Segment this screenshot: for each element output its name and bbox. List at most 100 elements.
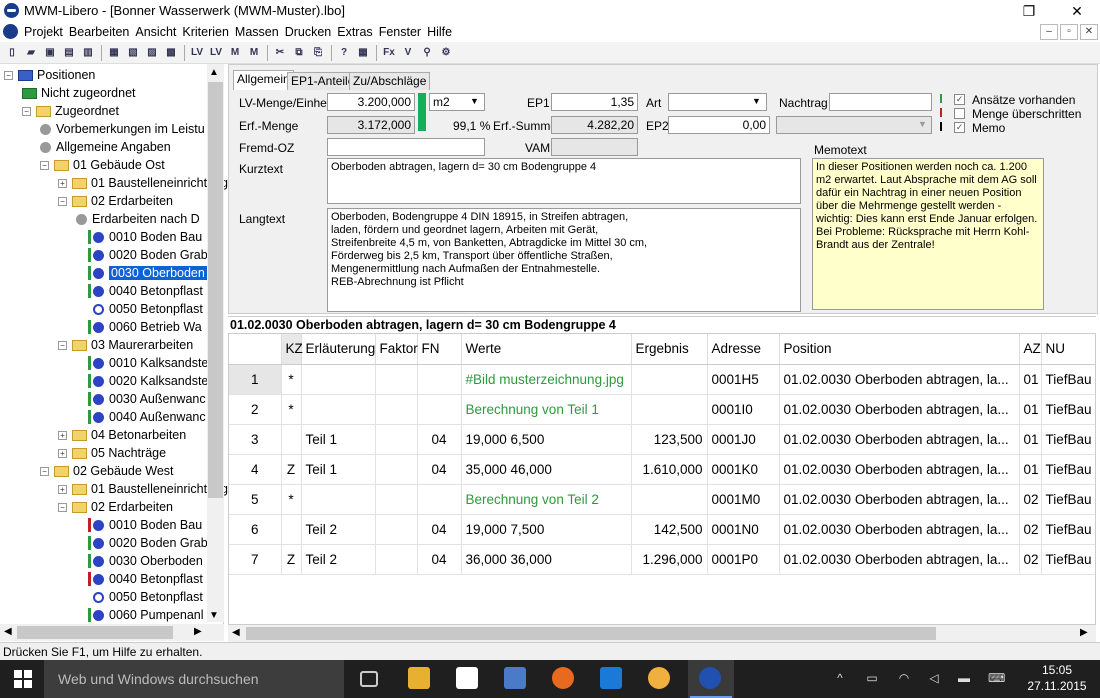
grid-cell-kz[interactable]: * [281,364,302,395]
tree-node[interactable]: 0030 Oberboden [88,552,203,570]
task-view-icon[interactable] [360,671,378,687]
grid-cell-erl[interactable]: Teil 2 [301,514,376,545]
toolbar-button-5-icon[interactable]: ▦ [106,45,122,61]
grid-row[interactable]: 4 Z Teil 1 04 35,000 46,000 1.610,000 0001K0 01… [229,454,1095,485]
grid-cell-az[interactable]: 02 [1019,484,1042,515]
grid-cell-nu[interactable]: TiefBau [1041,454,1095,485]
ansaetze-checkbox[interactable]: ✓ [954,94,965,105]
expand-toggle-icon[interactable]: − [58,340,67,350]
grid-header-nu[interactable]: NU [1041,334,1095,365]
expand-toggle-icon[interactable]: − [22,106,31,116]
grid-cell-fn[interactable]: 04 [417,514,462,545]
langtext-textarea[interactable]: Oberboden, Bodengruppe 4 DIN 18915, in S… [327,208,801,312]
grid-header-kz[interactable]: KZ [281,334,303,365]
grid-cell-n[interactable]: 4 [229,454,282,485]
grid-cell-fn[interactable]: 04 [417,544,462,575]
toolbar-button-4-icon[interactable]: ▥ [80,45,96,61]
tree-node[interactable]: − 02 Gebäude West [40,462,174,480]
grid-cell-adr[interactable]: 0001P0 [707,544,780,575]
tree-node[interactable]: +01 Baustelleneinrichtung [58,480,228,498]
expand-toggle-icon[interactable]: + [58,484,67,494]
fremd-oz-field[interactable] [327,138,485,156]
menu-projekt[interactable]: Projekt [24,25,63,39]
toolbar-button-16-icon[interactable]: ? [336,45,352,61]
grid-cell-pos[interactable]: 01.02.0030 Oberboden abtragen, la... [779,424,1020,455]
tree-node[interactable]: 0030 Außenwanc [88,390,206,408]
grid-cell-az[interactable]: 01 [1019,424,1042,455]
grid-cell-pos[interactable]: 01.02.0030 Oberboden abtragen, la... [779,364,1020,395]
grid-horizontal-thumb[interactable] [246,627,936,640]
grid-header-fn[interactable]: FN [417,334,462,365]
grid-header-adresse[interactable]: Adresse [707,334,780,365]
grid-cell-n[interactable]: 1 [229,364,282,395]
toolbar-button-17-icon[interactable]: ▦ [355,45,371,61]
menu-drucken[interactable]: Drucken [285,25,332,39]
toolbar-button-19-icon[interactable]: V [400,45,416,61]
tree-node[interactable]: − 02 Erdarbeiten [58,498,173,516]
grid-cell-erl[interactable]: Teil 2 [301,544,376,575]
grid-cell-adr[interactable]: 0001N0 [707,514,780,545]
tree-node[interactable]: Erdarbeiten nach D [76,210,200,228]
grid-cell-pos[interactable]: 01.02.0030 Oberboden abtragen, la... [779,394,1020,425]
kurztext-textarea[interactable]: Oberboden abtragen, lagern d= 30 cm Bode… [327,158,801,204]
toolbar-button-15-icon[interactable]: ⎘ [310,45,326,61]
grid-cell-pos[interactable]: 01.02.0030 Oberboden abtragen, la... [779,454,1020,485]
grid-cell-kz[interactable] [281,514,302,545]
grid-cell-erg[interactable]: 1.296,000 [631,544,708,575]
grid-row[interactable]: 3 Teil 1 04 19,000 6,500 123,500 0001J0 01.02.… [229,424,1095,455]
document-icon[interactable] [3,24,18,39]
tray-chevron-icon[interactable]: ^ [832,671,848,685]
tree-node[interactable]: 0040 Betonpflast [88,282,203,300]
grid-cell-erg[interactable]: 1.610,000 [631,454,708,485]
grid-cell-fak[interactable] [375,544,418,575]
grid-cell-kz[interactable]: Z [281,454,302,485]
menu-massen[interactable]: Massen [235,25,279,39]
app-icon[interactable] [4,3,19,18]
expand-toggle-icon[interactable]: − [40,466,49,476]
menge-ueberschritten-checkbox[interactable] [954,108,965,119]
grid-cell-fak[interactable] [375,514,418,545]
app-yellow-icon[interactable] [648,667,670,689]
grid-cell-werte[interactable]: 35,000 46,000 [461,454,632,485]
notifications-icon[interactable]: ▬ [956,671,972,685]
grid-cell-adr[interactable]: 0001M0 [707,484,780,515]
toolbar-button-1-icon[interactable]: ▰ [23,45,39,61]
grid-cell-erl[interactable]: Teil 1 [301,454,376,485]
menu-bearbeiten[interactable]: Bearbeiten [69,25,129,39]
tab-zu-abschlaege[interactable]: Zu/Abschläge [349,72,431,90]
grid-header-az[interactable]: AZ [1019,334,1042,365]
expand-toggle-icon[interactable]: − [40,160,49,170]
menu-extras[interactable]: Extras [337,25,372,39]
toolbar-button-2-icon[interactable]: ▣ [42,45,58,61]
volume-icon[interactable]: ◁ [926,671,942,685]
grid-cell-nu[interactable]: TiefBau [1041,424,1095,455]
tree-node[interactable]: − 02 Erdarbeiten [58,192,173,210]
tree-node[interactable]: − Positionen [4,66,95,84]
grid-cell-fak[interactable] [375,454,418,485]
tree-node[interactable]: 0040 Betonpflast [88,570,203,588]
menu-hilfe[interactable]: Hilfe [427,25,452,39]
grid-cell-pos[interactable]: 01.02.0030 Oberboden abtragen, la... [779,544,1020,575]
scroll-down-icon[interactable]: ▼ [209,610,219,621]
grid-cell-pos[interactable]: 01.02.0030 Oberboden abtragen, la... [779,484,1020,515]
tree-node[interactable]: 0050 Betonpflast [88,588,203,606]
grid-row[interactable]: 1 * #Bild musterzeichnung.jpg 0001H5 01.02.0… [229,364,1095,395]
grid-cell-erl[interactable]: Teil 1 [301,424,376,455]
grid-scroll-right-icon[interactable]: ▶ [1080,627,1088,638]
grid-cell-fn[interactable] [417,364,462,395]
toolbar-button-6-icon[interactable]: ▧ [125,45,141,61]
grid-cell-nu[interactable]: TiefBau [1041,484,1095,515]
tree-node[interactable]: 0040 Außenwanc [88,408,206,426]
toolbar-button-14-icon[interactable]: ⧉ [291,45,307,61]
grid-cell-erg[interactable]: 142,500 [631,514,708,545]
menu-fenster[interactable]: Fenster [379,25,421,39]
tree-node[interactable]: +04 Betonarbeiten [58,426,186,444]
grid-row[interactable]: 7 Z Teil 2 04 36,000 36,000 1.296,000 0001P0 01… [229,544,1095,575]
grid-cell-pos[interactable]: 01.02.0030 Oberboden abtragen, la... [779,514,1020,545]
toolbar-button-18-icon[interactable]: Fx [381,45,397,61]
grid-scroll-left-icon[interactable]: ◀ [232,627,240,638]
toolbar-button-13-icon[interactable]: ✂ [272,45,288,61]
grid-cell-erl[interactable] [301,364,376,395]
toolbar-button-3-icon[interactable]: ▤ [61,45,77,61]
tree-node[interactable]: Vorbemerkungen im Leistu [40,120,205,138]
